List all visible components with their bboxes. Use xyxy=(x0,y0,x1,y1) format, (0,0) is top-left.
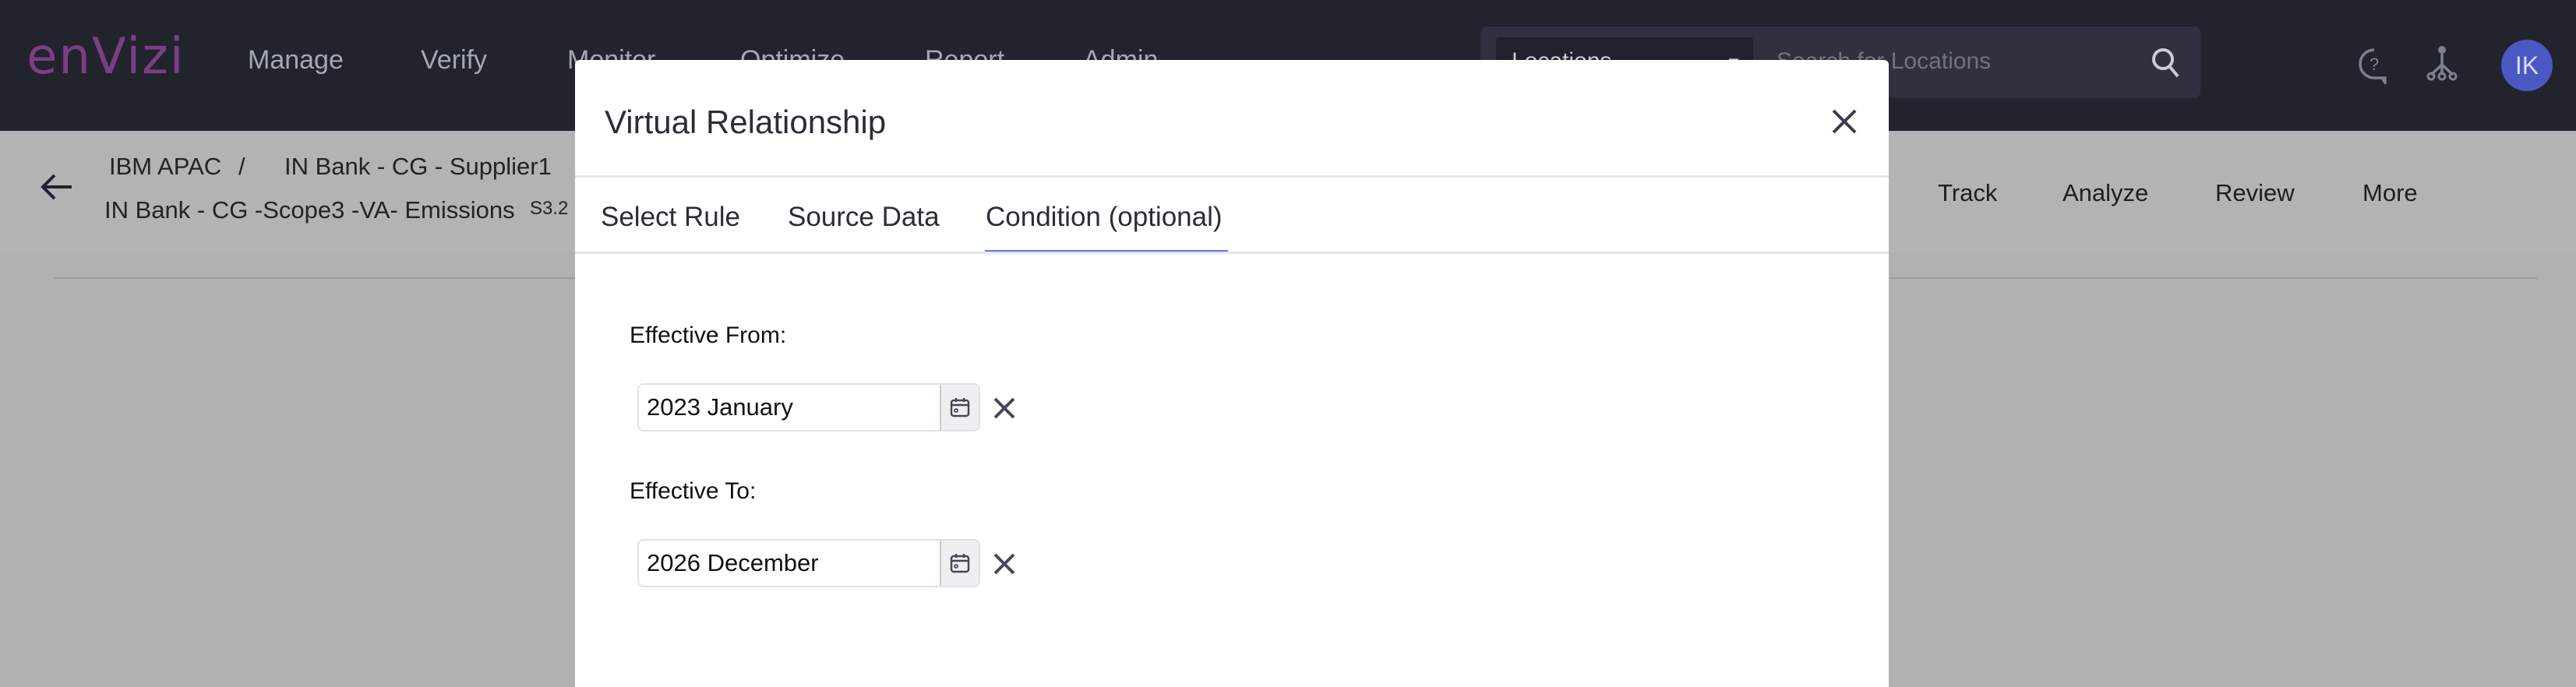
clear-from-icon[interactable] xyxy=(993,396,1016,420)
action-more[interactable]: More xyxy=(2363,179,2418,207)
dialog-title: Virtual Relationship xyxy=(605,104,887,140)
calendar-button[interactable] xyxy=(940,385,979,430)
effective-from-value: 2023 January xyxy=(647,393,793,421)
divider xyxy=(575,252,1889,254)
hierarchy-icon[interactable] xyxy=(2425,45,2459,81)
calendar-icon xyxy=(950,398,970,417)
tab-select-rule[interactable]: Select Rule xyxy=(601,202,740,233)
action-analyze[interactable]: Analyze xyxy=(2063,179,2148,207)
virtual-relationship-dialog: Virtual Relationship Select Rule Source … xyxy=(575,60,1889,687)
breadcrumb-ibm-apac[interactable]: IBM APAC xyxy=(109,153,221,181)
effective-to-field[interactable]: 2026 December xyxy=(637,539,980,587)
breadcrumb-separator: / xyxy=(238,153,245,180)
effective-from-field[interactable]: 2023 January xyxy=(637,383,980,432)
divider xyxy=(575,175,1889,178)
action-review[interactable]: Review xyxy=(2215,179,2295,207)
effective-to-label: Effective To: xyxy=(630,478,757,504)
back-arrow-icon[interactable] xyxy=(41,173,73,201)
tab-source-data[interactable]: Source Data xyxy=(788,202,940,233)
search-icon[interactable] xyxy=(2151,47,2182,81)
envizi-logo[interactable]: enVizi xyxy=(26,28,185,86)
effective-from-label: Effective From: xyxy=(630,322,787,348)
svg-text:?: ? xyxy=(2370,55,2379,74)
tab-condition[interactable]: Condition (optional) xyxy=(986,202,1223,233)
nav-manage[interactable]: Manage xyxy=(248,45,344,76)
close-icon[interactable] xyxy=(1831,108,1858,135)
scope-code: S3.2 xyxy=(530,198,569,219)
nav-verify[interactable]: Verify xyxy=(421,45,487,76)
user-avatar[interactable]: IK xyxy=(2501,40,2553,91)
clear-to-icon[interactable] xyxy=(993,552,1016,576)
help-icon[interactable]: ? xyxy=(2357,47,2391,84)
calendar-button[interactable] xyxy=(940,541,979,586)
calendar-icon xyxy=(950,554,970,573)
action-track[interactable]: Track xyxy=(1938,179,1997,207)
page-title: IN Bank - CG -Scope3 -VA- Emissions xyxy=(104,196,515,224)
effective-to-value: 2026 December xyxy=(647,549,819,576)
breadcrumb-supplier[interactable]: IN Bank - CG - Supplier1 xyxy=(284,153,552,181)
